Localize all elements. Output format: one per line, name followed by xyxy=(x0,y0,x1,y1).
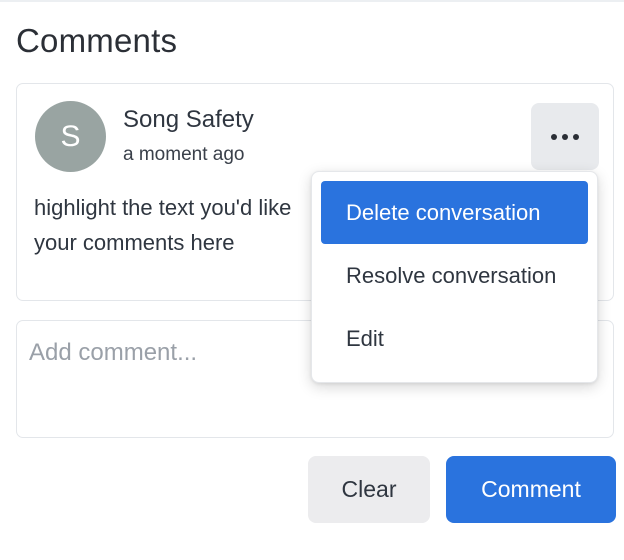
more-horizontal-icon-dot xyxy=(562,133,568,140)
top-divider xyxy=(0,0,624,2)
menu-item-resolve-conversation[interactable]: Resolve conversation xyxy=(321,244,588,307)
clear-button[interactable]: Clear xyxy=(308,456,430,523)
page-title: Comments xyxy=(16,22,178,59)
avatar-initial: S xyxy=(60,119,81,153)
more-horizontal-icon-dot xyxy=(573,133,579,140)
menu-item-edit[interactable]: Edit xyxy=(321,307,588,370)
comment-text-line: highlight the text you'd like xyxy=(34,195,292,220)
comment-author: Song Safety xyxy=(123,106,254,133)
comment-text: highlight the text you'd like your comme… xyxy=(34,190,334,260)
comment-options-menu: Delete conversation Resolve conversation… xyxy=(311,171,598,383)
menu-item-delete-conversation[interactable]: Delete conversation xyxy=(321,181,588,244)
more-options-button[interactable] xyxy=(531,103,599,170)
more-horizontal-icon-dot xyxy=(551,133,557,140)
comment-button[interactable]: Comment xyxy=(446,456,616,523)
avatar: S xyxy=(35,101,106,172)
comment-text-line: your comments here xyxy=(34,230,235,255)
comment-timestamp: a moment ago xyxy=(123,144,245,165)
comments-panel: Comments S Song Safety a moment ago high… xyxy=(0,0,624,560)
